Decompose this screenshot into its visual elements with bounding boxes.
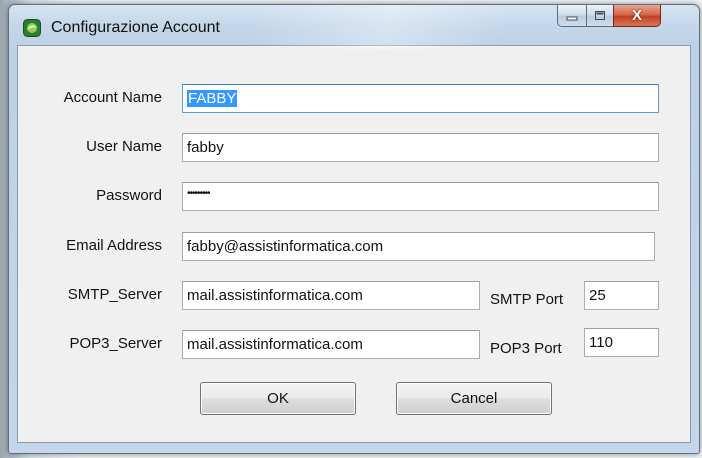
email-address-input[interactable]: fabby@assistinformatica.com bbox=[182, 232, 655, 261]
window-title: Configurazione Account bbox=[51, 19, 220, 36]
pop3-port-value: 110 bbox=[589, 334, 613, 351]
pop3-server-input[interactable]: mail.assistinformatica.com bbox=[182, 330, 480, 359]
smtp-server-input[interactable]: mail.assistinformatica.com bbox=[182, 281, 480, 310]
email-address-label: Email Address bbox=[66, 237, 162, 254]
minimize-icon bbox=[566, 16, 578, 20]
minimize-button[interactable] bbox=[557, 5, 587, 27]
password-input[interactable]: ••••••••• bbox=[182, 182, 659, 211]
dialog-body: Account Name FABBY User Name fabby Passw… bbox=[17, 45, 691, 443]
smtp-port-label: SMTP Port bbox=[490, 291, 564, 308]
maximize-icon bbox=[595, 11, 605, 20]
user-name-label: User Name bbox=[86, 138, 162, 155]
ok-button[interactable]: OK bbox=[200, 382, 356, 415]
user-name-input[interactable]: fabby bbox=[182, 133, 659, 162]
password-value: ••••••••• bbox=[187, 188, 210, 199]
app-icon bbox=[23, 19, 41, 37]
pop3-server-value: mail.assistinformatica.com bbox=[187, 336, 363, 353]
close-icon: X bbox=[631, 7, 642, 24]
smtp-port-value: 25 bbox=[589, 287, 606, 304]
pop3-port-label: POP3 Port bbox=[490, 340, 562, 357]
password-label: Password bbox=[96, 187, 162, 204]
account-name-value: FABBY bbox=[187, 90, 238, 107]
account-name-label: Account Name bbox=[63, 89, 162, 106]
smtp-server-label: SMTP_Server bbox=[67, 286, 162, 303]
email-address-value: fabby@assistinformatica.com bbox=[187, 238, 384, 255]
pop3-port-input[interactable]: 110 bbox=[584, 328, 659, 357]
maximize-button[interactable] bbox=[586, 5, 614, 27]
desktop-background: Configurazione Account X Account Name FA bbox=[0, 0, 702, 458]
user-name-value: fabby bbox=[187, 139, 224, 156]
pop3-server-label: POP3_Server bbox=[69, 335, 162, 352]
smtp-server-value: mail.assistinformatica.com bbox=[187, 287, 363, 304]
close-button[interactable]: X bbox=[613, 5, 661, 27]
smtp-port-input[interactable]: 25 bbox=[584, 281, 659, 310]
account-name-input[interactable]: FABBY bbox=[182, 84, 659, 113]
cancel-button[interactable]: Cancel bbox=[396, 382, 552, 415]
title-bar[interactable]: Configurazione Account X bbox=[9, 5, 699, 45]
dialog-window: Configurazione Account X Account Name FA bbox=[8, 4, 700, 454]
